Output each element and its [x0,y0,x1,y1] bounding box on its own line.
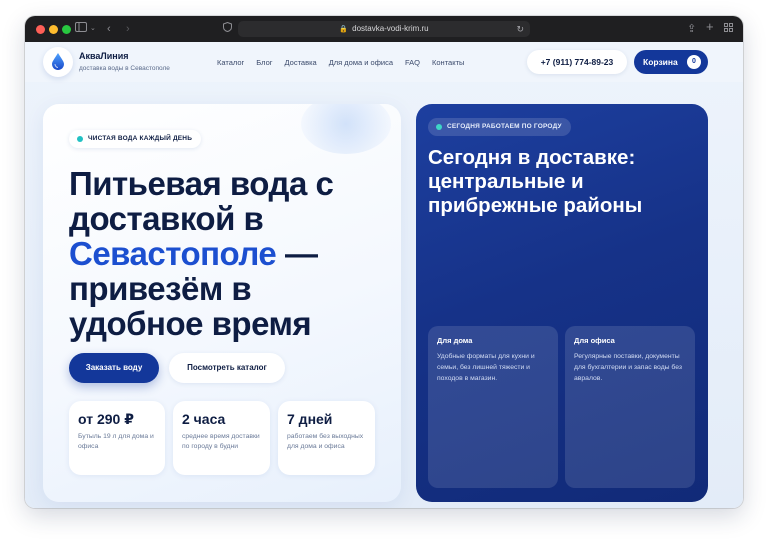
cart-label: Корзина [643,57,678,67]
stat-card-time: 2 часа среднее время доставки по городу … [173,401,270,475]
browser-window: ⌄ ‹ › 🔒 dostavka-vodi-krim.ru ↻ ⇪ + АкваЛ… [25,16,743,508]
nav-item-contacts[interactable]: Контакты [432,58,464,67]
reload-icon[interactable]: ↻ [516,21,524,37]
stat-value: 7 дней [287,411,333,427]
delivery-title: Сегодня в доставке: центральные и прибре… [428,146,643,217]
zoom-window-button[interactable] [62,25,71,34]
hero-title-accent: Севастополе [69,235,277,272]
nav-item-delivery[interactable]: Доставка [284,58,316,67]
nav-item-home-office[interactable]: Для дома и офиса [329,58,393,67]
hero-badge-label: ЧИСТАЯ ВОДА КАЖДЫЙ ДЕНЬ [88,135,193,142]
feature-desc: Удобные форматы для кухни и семьи, без л… [437,353,535,382]
stat-value: от 290 ₽ [78,411,134,427]
view-catalog-button[interactable]: Посмотреть каталог [169,353,285,383]
nav-item-blog[interactable]: Блог [256,58,272,67]
nav-item-catalog[interactable]: Каталог [217,58,244,67]
nav-item-faq[interactable]: FAQ [405,58,420,67]
browser-titlebar: ⌄ ‹ › 🔒 dostavka-vodi-krim.ru ↻ ⇪ + [25,16,743,42]
stat-desc: работаем без выходных для дома и офиса [287,433,364,450]
logo[interactable] [43,47,73,77]
order-water-button[interactable]: Заказать воду [69,353,159,383]
stat-desc: Бутыль 19 л для дома и офиса [78,433,154,450]
hero-badge: ЧИСТАЯ ВОДА КАЖДЫЙ ДЕНЬ [69,130,202,148]
hero-card: ЧИСТАЯ ВОДА КАЖДЫЙ ДЕНЬ Питьевая вода с … [43,104,401,502]
sidebar-toggle-icon[interactable] [75,22,87,36]
back-icon[interactable]: ‹ [107,22,111,36]
feature-card-office: Для офиса Регулярные поставки, документы… [565,326,695,488]
minimize-window-button[interactable] [49,25,58,34]
hero-title-part1: Питьевая вода с доставкой в [69,165,334,237]
forward-icon[interactable]: › [126,22,130,36]
feature-title: Для офиса [574,336,615,345]
stat-card-price: от 290 ₽ Бутыль 19 л для дома и офиса [69,401,165,475]
feature-card-home: Для дома Удобные форматы для кухни и сем… [428,326,558,488]
tab-overview-icon[interactable] [724,22,733,36]
chevron-down-icon[interactable]: ⌄ [90,22,96,36]
stat-value: 2 часа [182,411,226,427]
hero-title: Питьевая вода с доставкой в Севастополе … [69,166,389,341]
hero-glow [301,104,391,154]
new-tab-icon[interactable]: + [706,20,714,34]
stat-desc: среднее время доставки по городу в будни [182,433,260,450]
cart-count-badge: 0 [687,55,701,69]
phone-button[interactable]: +7 (911) 774-89-23 [527,50,627,74]
delivery-badge: СЕГОДНЯ РАБОТАЕМ ПО ГОРОДУ [428,118,571,136]
main-nav: Каталог Блог Доставка Для дома и офиса F… [217,58,464,67]
badge-dot-icon [436,124,442,130]
stat-card-days: 7 дней работаем без выходных для дома и … [278,401,375,475]
cart-button[interactable]: Корзина 0 [634,50,708,74]
lock-icon: 🔒 [339,26,349,33]
water-drop-icon [52,53,64,70]
badge-dot-icon [77,136,83,142]
share-icon[interactable]: ⇪ [687,22,696,36]
delivery-badge-label: СЕГОДНЯ РАБОТАЕМ ПО ГОРОДУ [447,123,562,130]
feature-desc: Регулярные поставки, документы для бухга… [574,353,682,382]
close-window-button[interactable] [36,25,45,34]
brand-tagline: доставка воды в Севастополе [79,65,170,72]
address-bar[interactable]: 🔒 dostavka-vodi-krim.ru ↻ [238,21,530,37]
address-url: dostavka-vodi-krim.ru [352,24,429,33]
delivery-card: СЕГОДНЯ РАБОТАЕМ ПО ГОРОДУ Сегодня в дос… [416,104,708,502]
privacy-shield-icon[interactable] [223,21,232,36]
brand-name: АкваЛиния [79,51,129,61]
site-header: АкваЛиния доставка воды в Севастополе Ка… [25,42,743,82]
feature-title: Для дома [437,336,473,345]
